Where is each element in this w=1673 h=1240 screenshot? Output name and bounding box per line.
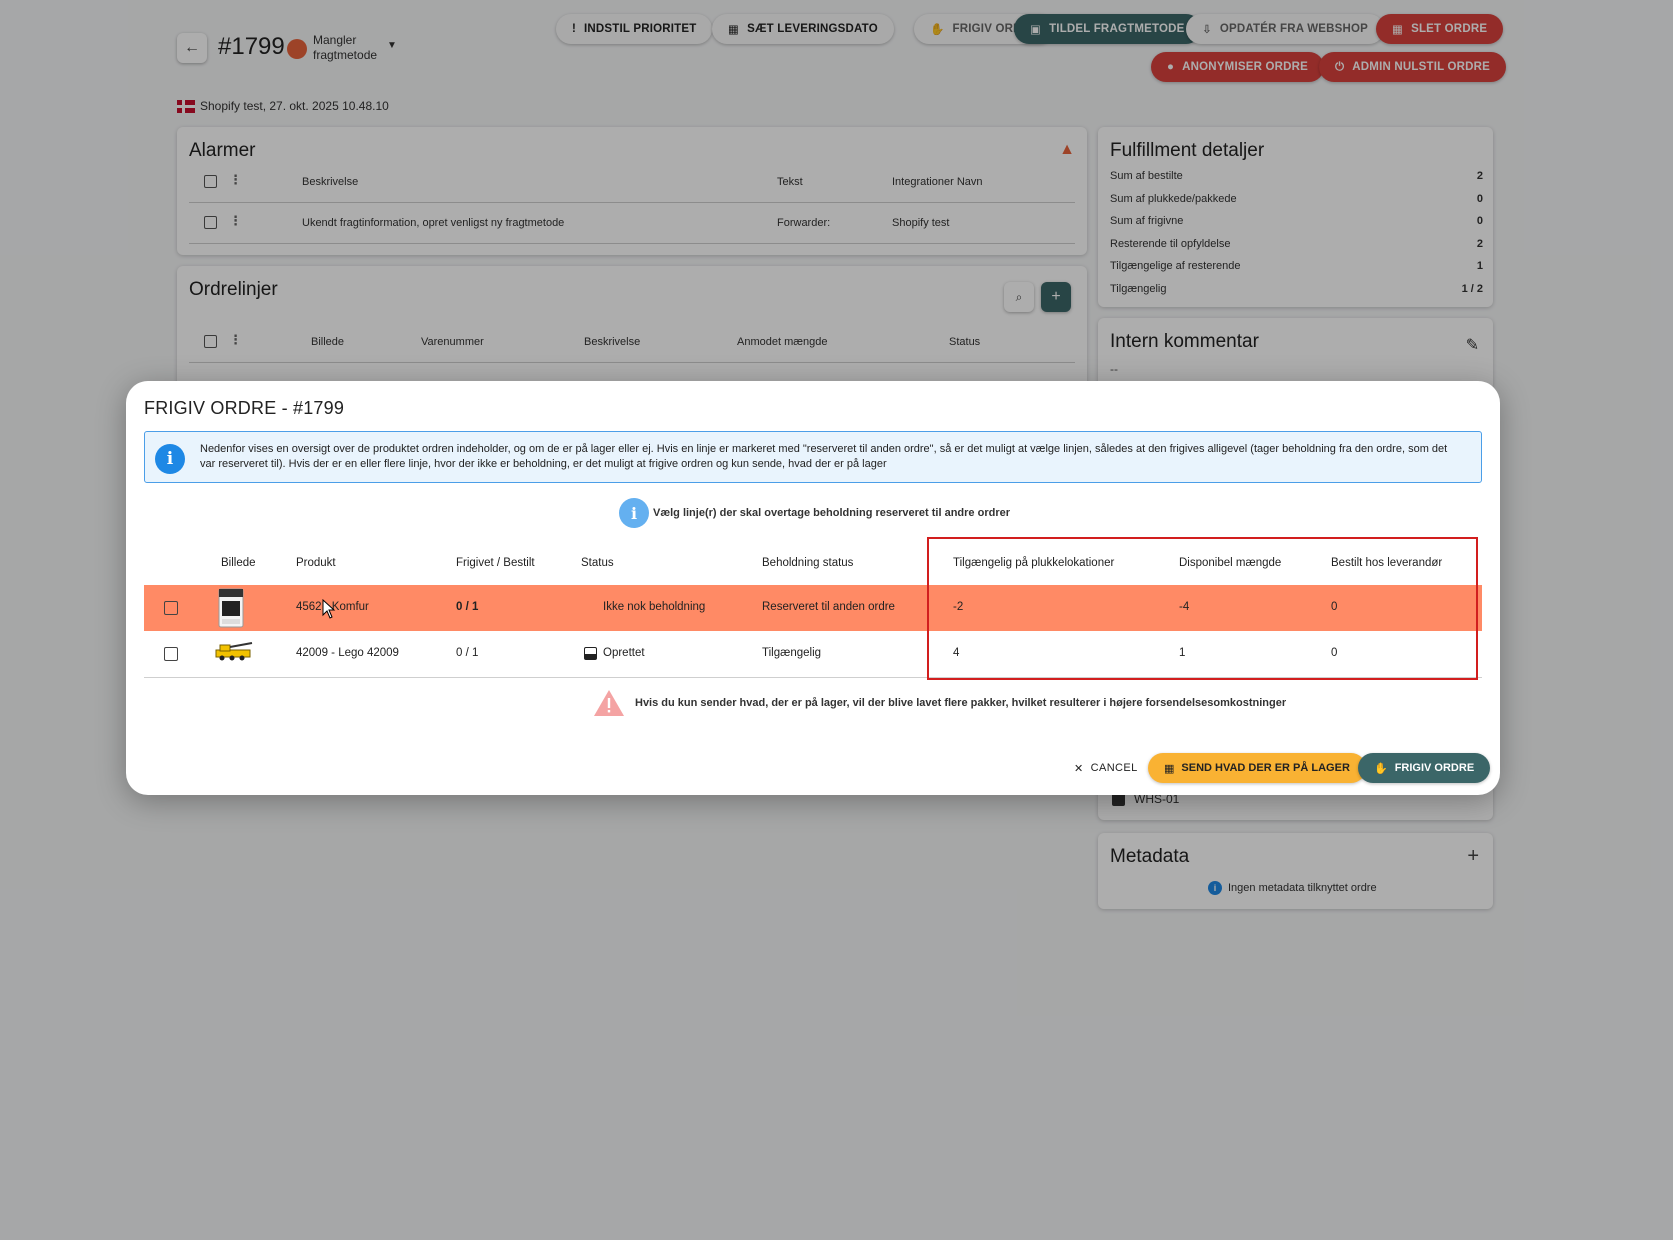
stock-status: Reserveret til anden ordre [762,601,895,613]
line-status: Ikke nok beholdning [603,601,706,613]
info-icon: i [619,498,649,528]
selection-hint: i Vælg linje(r) der skal overtage behold… [619,498,1010,528]
archive-icon: ▦ [1164,762,1175,775]
dialog-title: FRIGIV ORDRE - #1799 [144,398,345,418]
info-text: Nedenfor vises en oversigt over de produ… [200,443,1448,470]
stove-image [218,588,244,628]
warning-icon [594,690,624,716]
highlight-annotation [927,537,1478,680]
release-order-confirm-button[interactable]: ✋ FRIGIV ORDRE [1358,753,1491,783]
lego-crane-image [215,642,253,661]
thumb-up-icon: ✋ [1374,762,1388,775]
split-shipment-warning: Hvis du kun sender hvad, der er på lager… [593,689,1286,717]
column-header: Frigivet / Bestilt [456,557,535,569]
released-ordered: 0 / 1 [456,601,479,613]
stock-status: Tilgængelig [762,647,822,659]
info-alert: i Nedenfor vises en oversigt over de pro… [144,431,1482,483]
column-header: Billede [221,557,256,569]
cancel-button[interactable]: ✕ CANCEL [1064,753,1148,783]
column-header: Produkt [296,557,336,569]
line-status: Oprettet [603,647,645,659]
row-checkbox[interactable] [164,647,178,661]
close-icon: ✕ [1074,762,1084,775]
send-in-stock-button[interactable]: ▦ SEND HVAD DER ER PÅ LAGER [1148,753,1366,783]
row-checkbox[interactable] [164,601,178,615]
mouse-cursor-icon [322,599,336,619]
released-ordered: 0 / 1 [456,647,479,659]
info-icon: i [155,444,185,474]
inbox-icon [584,647,597,660]
product-name: 42009 - Lego 42009 [296,647,399,659]
column-header: Status [581,557,614,569]
column-header: Beholdning status [762,557,854,569]
